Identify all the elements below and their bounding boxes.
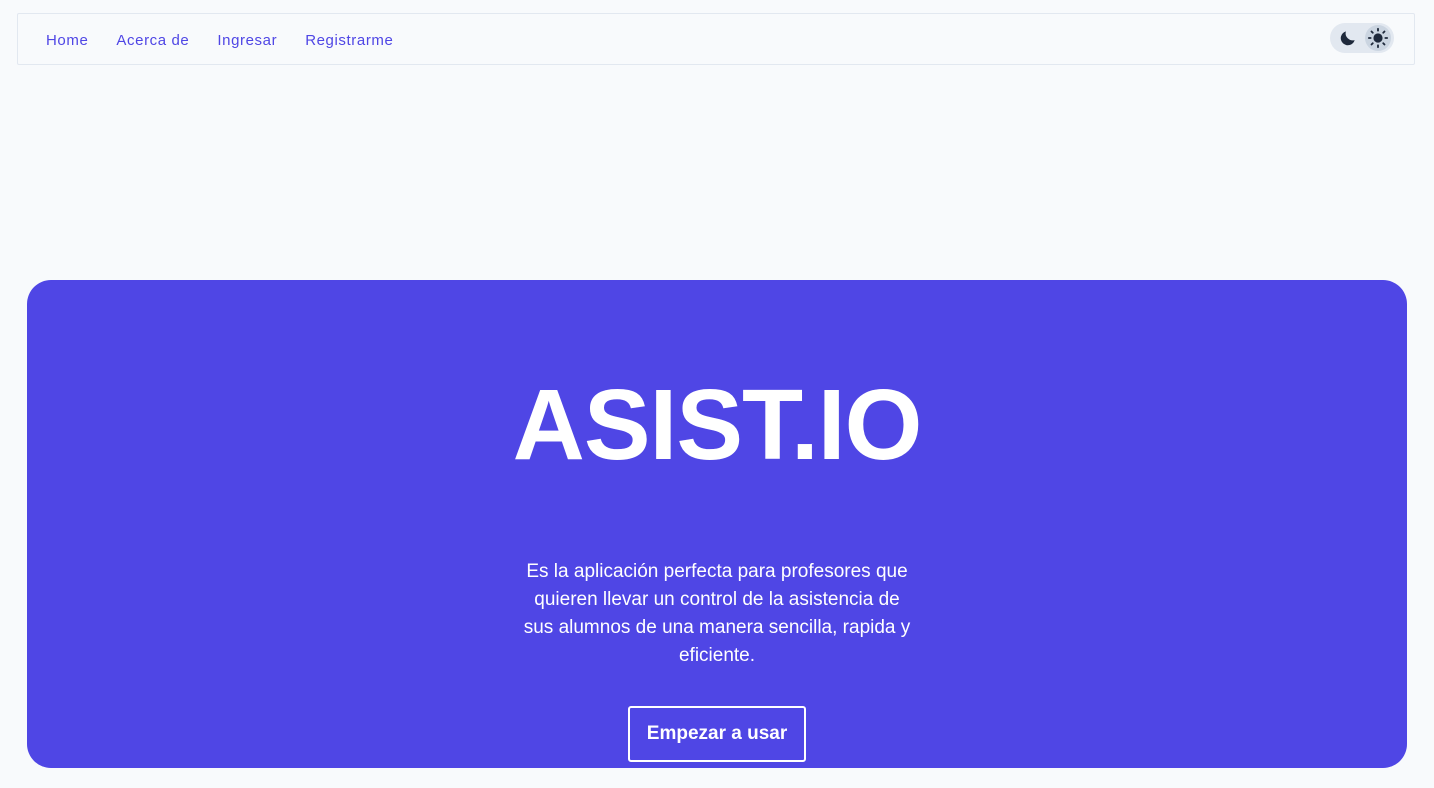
nav-link-registrarme[interactable]: Registrarme (305, 32, 393, 49)
nav-link-acerca-de[interactable]: Acerca de (116, 32, 189, 49)
nav-links: Home Acerca de Ingresar Registrarme (46, 14, 393, 66)
hero-banner: ASIST.IO Es la aplicación perfecta para … (27, 280, 1407, 768)
theme-toggle[interactable] (1330, 23, 1394, 53)
hero-description: Es la aplicación perfecta para profesore… (523, 561, 911, 666)
sun-icon[interactable] (1365, 25, 1391, 51)
moon-icon[interactable] (1335, 25, 1361, 51)
top-navbar: Home Acerca de Ingresar Registrarme (17, 13, 1415, 65)
nav-link-home[interactable]: Home (46, 32, 88, 49)
start-button[interactable]: Empezar a usar (628, 706, 806, 762)
hero-title: ASIST.IO (512, 369, 923, 481)
nav-link-ingresar[interactable]: Ingresar (217, 32, 277, 49)
